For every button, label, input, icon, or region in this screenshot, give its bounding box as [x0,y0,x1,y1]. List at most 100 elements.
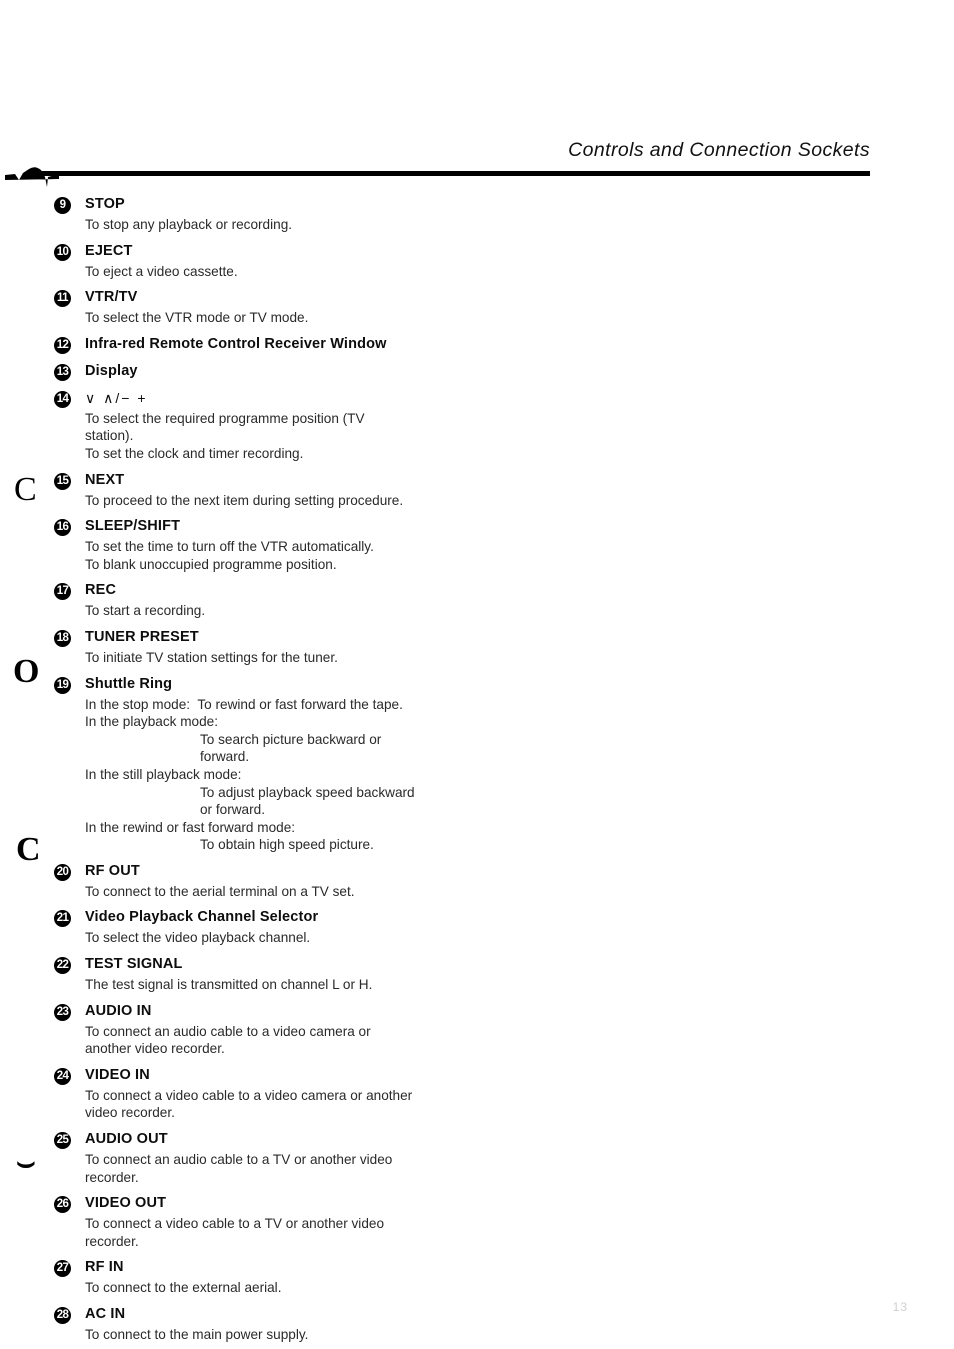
control-entry-head: 26 VIDEO OUT [54,1195,614,1214]
control-entry-head: 15 NEXT [54,472,614,490]
control-number-badge: 15 [54,472,71,490]
page-header-title: Controls and Connection Sockets [568,139,870,161]
control-description: To connect to the main power supply. [85,1326,515,1344]
control-description: To connect to the external aerial. [85,1279,515,1297]
control-entry-head: 24 VIDEO IN [54,1067,614,1085]
control-description-line: To eject a video cassette. [85,263,238,279]
control-title: EJECT [85,242,133,259]
control-description-line: In the stop mode: To rewind or fast forw… [85,696,403,712]
control-description-line: To connect a video cable to a TV or anot… [85,1216,385,1232]
control-entry-head: 20 RF OUT [54,863,614,881]
control-entry-head: 14 ∨ ∧/− + [54,390,614,408]
control-entry: 15 NEXT To proceed to the next item during… [54,472,614,510]
control-title: Video Playback Channel Selector [85,909,319,926]
control-title: VIDEO OUT [85,1195,167,1212]
control-description-line: To stop any playback or recording. [85,217,293,232]
control-number-badge: 10 [54,243,71,261]
control-title: Shuttle Ring [85,675,173,692]
control-entry: 9 STOP To stop any playback or recording. [54,196,614,234]
control-entry: 28 AC IN To connect to the main power supp… [54,1306,614,1344]
document-page: Controls and Connection Sockets 9 STOP To … [0,0,954,1349]
control-number-badge: 23 [54,1003,71,1021]
control-description-line: To connect to the main power supply. [85,1327,309,1342]
control-title: NEXT [85,471,125,488]
control-entry: 14 ∨ ∧/− + To select the required programm… [54,390,614,463]
control-entry-head: 27 RF IN [54,1259,614,1278]
control-description: To connect an audio cable to a video cam… [85,1023,515,1058]
control-description-line: forward. [200,749,250,765]
control-number-badge: 26 [54,1196,71,1214]
control-entry-head: 23 AUDIO IN [54,1003,614,1021]
control-entry-head: 17 REC [54,582,614,601]
control-description-line: To set the clock and timer recording. [85,445,304,461]
control-title: VTR/TV [85,289,138,306]
control-description: To select the video playback channel. [85,929,515,947]
control-description-line: To start a recording. [85,603,206,619]
header-rule [30,171,870,176]
scan-artifact-c-upper: C [14,471,37,508]
control-entry-head: 25 AUDIO OUT [54,1131,614,1150]
control-title: RF IN [85,1259,124,1276]
control-description-line: video recorder. [85,1105,175,1121]
control-description-line: The test signal is transmitted on channe… [85,977,373,993]
control-entry: 26 VIDEO OUT To connect a video cable to a… [54,1195,614,1250]
control-description-line: To select the required programme positio… [85,410,365,426]
control-description-line: To search picture backward or [200,731,382,747]
control-description-line: To connect a video cable to a video came… [85,1087,413,1103]
control-number-badge: 19 [54,676,71,694]
control-description-line: another video recorder. [85,1041,225,1057]
control-entry-head: 9 STOP [54,196,614,214]
control-description-line: To proceed to the next item during setti… [85,492,404,508]
control-description: To proceed to the next item during setti… [85,492,515,510]
control-entry-head: 19 Shuttle Ring [54,676,614,694]
control-title: Display [85,362,138,379]
control-description-line: To connect an audio cable to a video cam… [85,1023,371,1039]
control-description-line: To adjust playback speed backward [200,784,415,800]
control-description: To eject a video cassette. [85,263,515,281]
control-entry: 21 Video Playback Channel Selector To sele… [54,909,614,947]
control-number-badge: 27 [54,1260,71,1278]
control-entry-head: 22 TEST SIGNAL [54,956,614,975]
control-description-line: To select the video playback channel. [85,930,311,946]
control-entry-head: 11 VTR/TV [54,289,614,308]
control-number-badge: 25 [54,1132,71,1150]
control-entry: 16 SLEEP/SHIFT To set the time to turn off… [54,518,614,573]
control-entry: 18 TUNER PRESET To initiate TV station set… [54,629,614,667]
control-description: In the stop mode: To rewind or fast forw… [85,696,515,854]
control-entry-head: 21 Video Playback Channel Selector [54,909,614,928]
scan-artifact-v: ⌣ [16,1146,36,1179]
control-number-badge: 22 [54,957,71,975]
control-description-line: In the playback mode: [85,714,218,730]
control-entry: 17 REC To start a recording. [54,582,614,620]
control-description-line: To blank unoccupied programme position. [85,556,337,572]
control-entry: 19 Shuttle Ring In the stop mode: To rewin… [54,676,614,854]
control-description-line: To obtain high speed picture. [200,837,374,853]
page-number: 13 [892,1300,908,1314]
control-title: REC [85,582,117,599]
control-number-badge: 13 [54,363,71,381]
control-entry-head: 12 Infra-red Remote Control Receiver Wind… [54,336,614,354]
scan-artifact-o: O [13,653,40,690]
control-entry-head: 28 AC IN [54,1306,614,1324]
control-description-line: To connect to the aerial terminal on a T… [85,883,355,899]
control-title: RF OUT [85,862,140,879]
scan-artifact-squiggle [5,167,59,187]
scan-artifact-c-lower: C [16,831,41,868]
control-number-badge: 24 [54,1067,71,1085]
control-entry: 11 VTR/TV To select the VTR mode or TV mod… [54,289,614,327]
control-entry: 20 RF OUT To connect to the aerial termina… [54,863,614,901]
control-description-line: station). [85,428,134,444]
control-number-badge: 21 [54,910,71,928]
control-number-badge: 17 [54,583,71,601]
control-description: To connect a video cable to a video came… [85,1087,515,1122]
control-entry-head: 10 EJECT [54,243,614,261]
control-entry: 12 Infra-red Remote Control Receiver Wind… [54,336,614,354]
control-description: To connect to the aerial terminal on a T… [85,883,515,901]
control-description: To initiate TV station settings for the … [85,649,515,667]
control-title: SLEEP/SHIFT [85,518,181,535]
control-number-badge: 14 [54,390,71,408]
controls-list: 9 STOP To stop any playback or recording. 1… [54,196,614,1349]
control-title: Infra-red Remote Control Receiver Window [85,335,387,352]
control-number-badge: 18 [54,629,71,647]
control-description: The test signal is transmitted on channe… [85,976,515,994]
